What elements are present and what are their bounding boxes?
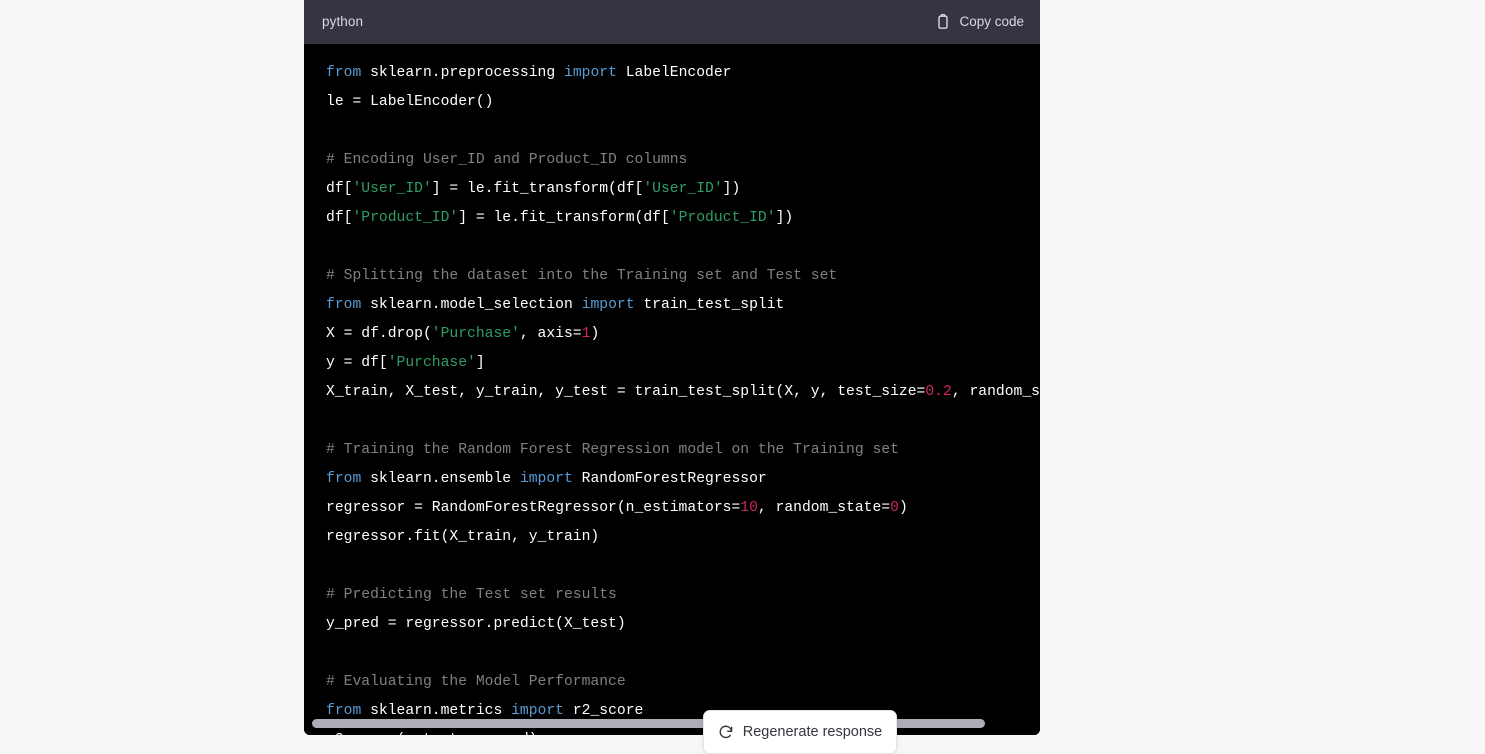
code-content: from sklearn.preprocessing import LabelE… <box>304 44 1040 735</box>
code-token: y = df[ <box>326 355 388 371</box>
code-token: 'Product_ID' <box>669 210 776 226</box>
code-token: le = LabelEncoder() <box>326 94 494 110</box>
code-token: import <box>564 65 617 81</box>
code-token: ] = le.fit_transform(df[ <box>458 210 670 226</box>
code-token: ] = le.fit_transform(df[ <box>431 181 644 197</box>
code-scroll-area[interactable]: from sklearn.preprocessing import LabelE… <box>304 44 1040 735</box>
code-token: # Evaluating the Model Performance <box>326 674 626 690</box>
code-token: 'User_ID' <box>643 181 723 197</box>
horizontal-scrollbar-track[interactable] <box>304 719 1040 728</box>
code-block: python Copy code from sklearn.preprocess… <box>304 0 1040 735</box>
code-token: import <box>519 471 573 487</box>
code-token: sklearn.metrics <box>361 703 512 719</box>
code-token: sklearn.ensemble <box>361 471 520 487</box>
code-token: # Training the Random Forest Regression … <box>326 442 899 458</box>
code-token: sklearn.preprocessing <box>361 65 564 81</box>
code-token: 'User_ID' <box>352 181 432 197</box>
code-token: train_test_split <box>634 297 785 313</box>
refresh-icon <box>718 724 734 740</box>
code-token: # Encoding User_ID and Product_ID column… <box>326 152 688 168</box>
code-token: ) <box>898 500 908 516</box>
code-token: from <box>326 65 362 81</box>
code-token: ] <box>475 355 485 371</box>
code-token: 10 <box>740 500 758 516</box>
code-token: y_pred = regressor.predict(X_test) <box>326 616 626 632</box>
code-token: r2_score <box>564 703 644 719</box>
code-language-label: python <box>322 14 364 30</box>
code-token: 'Product_ID' <box>352 210 459 226</box>
code-token: ]) <box>722 181 741 197</box>
code-token: from <box>326 703 362 719</box>
code-token: 'Purchase' <box>431 326 520 342</box>
code-token: from <box>326 471 362 487</box>
code-token: sklearn.model_selection <box>361 297 582 313</box>
code-token: regressor.fit(X_train, y_train) <box>326 529 600 545</box>
copy-code-button[interactable]: Copy code <box>935 14 1024 30</box>
code-token: regressor = RandomForestRegressor(n_esti… <box>326 500 741 516</box>
code-token: 'Purchase' <box>387 355 476 371</box>
code-token: ) <box>590 326 600 342</box>
code-token: ]) <box>775 210 794 226</box>
code-token: 0.2 <box>925 384 952 400</box>
code-token: 0 <box>890 500 899 516</box>
code-token: RandomForestRegressor <box>572 471 767 487</box>
code-token: df[ <box>326 181 353 197</box>
regenerate-response-button[interactable]: Regenerate response <box>703 710 897 754</box>
code-token: # Predicting the Test set results <box>326 587 617 603</box>
code-token: , random_state= <box>757 500 891 516</box>
code-token: , random_state= <box>951 384 1040 400</box>
code-token: , axis= <box>519 326 582 342</box>
code-token: LabelEncoder <box>616 65 732 81</box>
code-block-header: python Copy code <box>304 0 1040 44</box>
code-token: df[ <box>326 210 353 226</box>
code-token: X_train, X_test, y_train, y_test = train… <box>326 384 926 400</box>
copy-code-label: Copy code <box>959 14 1024 30</box>
clipboard-icon <box>935 14 951 30</box>
code-token: # Splitting the dataset into the Trainin… <box>326 268 838 284</box>
code-token: from <box>326 297 362 313</box>
code-token: import <box>511 703 564 719</box>
code-token: X = df.drop( <box>326 326 432 342</box>
code-token: import <box>581 297 635 313</box>
regenerate-response-label: Regenerate response <box>742 723 883 740</box>
